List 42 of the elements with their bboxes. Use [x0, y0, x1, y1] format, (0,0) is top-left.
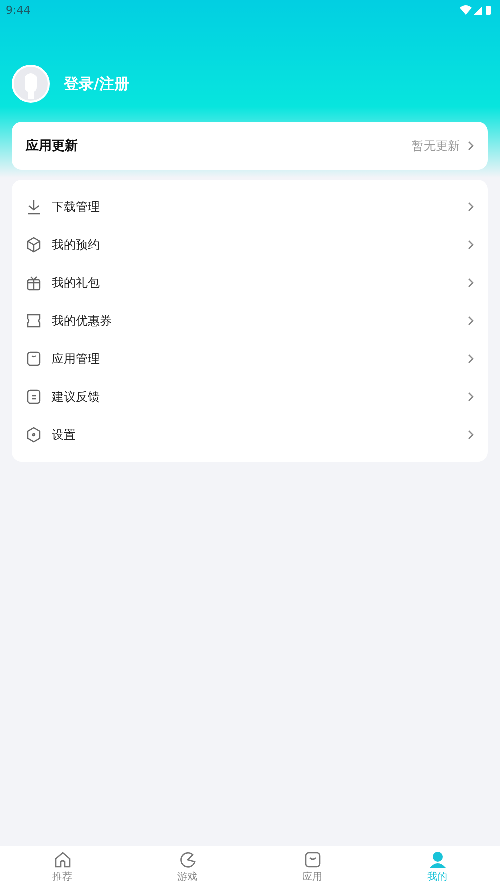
chevron-right-icon — [468, 392, 474, 402]
bag-icon — [304, 850, 322, 868]
menu-label: 应用管理 — [52, 350, 101, 368]
pacman-icon — [178, 850, 196, 868]
chevron-right-icon — [468, 316, 474, 326]
chevron-right-icon — [468, 202, 474, 212]
chevron-right-icon — [468, 430, 474, 440]
settings-icon — [26, 427, 42, 443]
person-icon — [428, 850, 446, 868]
status-time: 9:44 — [6, 4, 31, 16]
update-card[interactable]: 应用更新 暂无更新 — [12, 122, 488, 170]
ticket-icon — [26, 313, 42, 329]
menu-label: 我的优惠券 — [52, 312, 113, 330]
menu-item[interactable]: 我的礼包 — [26, 264, 474, 302]
note-icon — [26, 389, 42, 405]
update-status: 暂无更新 — [412, 138, 460, 154]
menu-label: 下载管理 — [52, 198, 101, 216]
nav-tab[interactable]: 推荐 — [0, 846, 125, 888]
update-title: 应用更新 — [26, 138, 79, 155]
status-icons-drawing — [460, 4, 494, 16]
chevron-right-icon — [468, 278, 474, 288]
home-icon — [54, 850, 72, 868]
chevron-right-icon — [468, 354, 474, 364]
menu-item[interactable]: 我的预约 — [26, 226, 474, 264]
cube-icon — [26, 237, 42, 253]
menu-item[interactable]: 应用管理 — [26, 340, 474, 378]
menu-label: 我的预约 — [52, 236, 101, 254]
menu-item[interactable]: 我的优惠券 — [26, 302, 474, 340]
download-icon — [26, 199, 42, 215]
chevron-right-icon — [468, 240, 474, 250]
menu-label: 我的礼包 — [52, 274, 101, 292]
nav-tab[interactable]: 应用 — [250, 846, 375, 888]
gift-icon — [26, 275, 42, 291]
avatar-icon — [12, 65, 50, 103]
menu-item[interactable]: 设置 — [26, 416, 474, 454]
menu-label: 建议反馈 — [52, 388, 101, 406]
menu-item[interactable]: 建议反馈 — [26, 378, 474, 416]
nav-tab[interactable]: 游戏 — [125, 846, 250, 888]
chevron-right-icon — [468, 141, 474, 151]
app-icon — [26, 351, 42, 367]
menu-item[interactable]: 下载管理 — [26, 188, 474, 226]
menu-label: 设置 — [52, 426, 77, 444]
